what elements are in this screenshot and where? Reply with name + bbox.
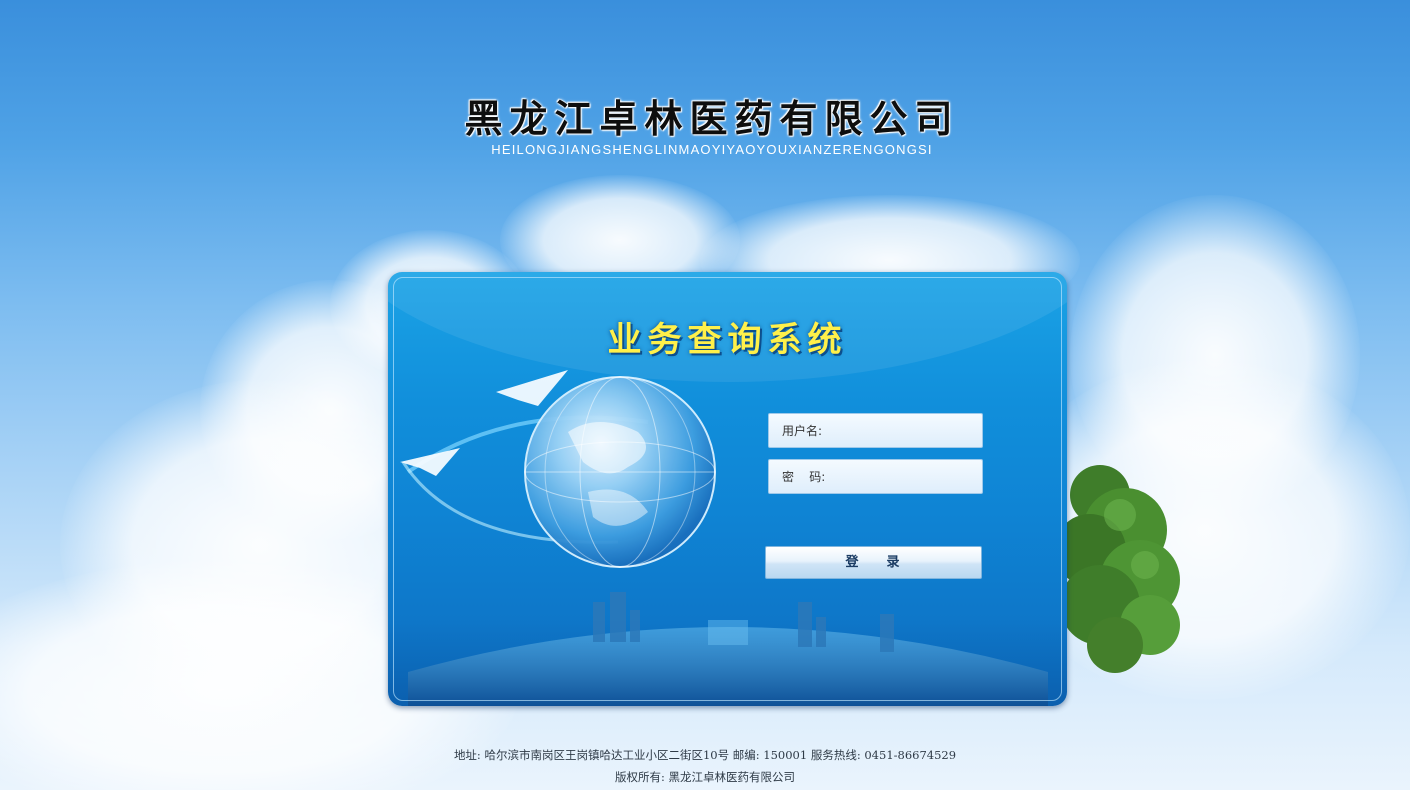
company-name-cn: 黑龙江卓林医药有限公司 bbox=[464, 97, 960, 141]
login-page: 黑龙江卓林医药有限公司 HEILONGJIANGSHENGLINMAOYIYAO… bbox=[0, 0, 1410, 790]
footer: 地址: 哈尔滨市南岗区王岗镇哈达工业小区二街区10号 邮编: 150001 服务… bbox=[0, 744, 1410, 788]
username-input[interactable] bbox=[837, 418, 981, 445]
username-label: 用户名: bbox=[782, 424, 823, 438]
address-line: 地址: 哈尔滨市南岗区王岗镇哈达工业小区二街区10号 邮编: 150001 服务… bbox=[453, 748, 957, 762]
system-title: 业务查询系统 bbox=[607, 320, 848, 360]
company-header: 黑龙江卓林医药有限公司 HEILONGJIANGSHENGLINMAOYIYAO… bbox=[0, 95, 1410, 157]
password-input[interactable] bbox=[837, 464, 981, 491]
company-name-en: HEILONGJIANGSHENGLINMAOYIYAOYOUXIANZEREN… bbox=[491, 142, 933, 157]
copyright-line: 版权所有: 黑龙江卓林医药有限公司 bbox=[614, 770, 796, 784]
password-field[interactable]: 密 码: bbox=[768, 459, 983, 494]
username-field[interactable]: 用户名: bbox=[768, 413, 983, 448]
login-button[interactable]: 登 录 bbox=[765, 546, 982, 579]
login-panel: 业务查询系统 用户名: 密 码: 登 录 bbox=[388, 272, 1067, 706]
password-label: 密 码: bbox=[782, 470, 826, 484]
tree-decoration bbox=[1060, 465, 1180, 673]
